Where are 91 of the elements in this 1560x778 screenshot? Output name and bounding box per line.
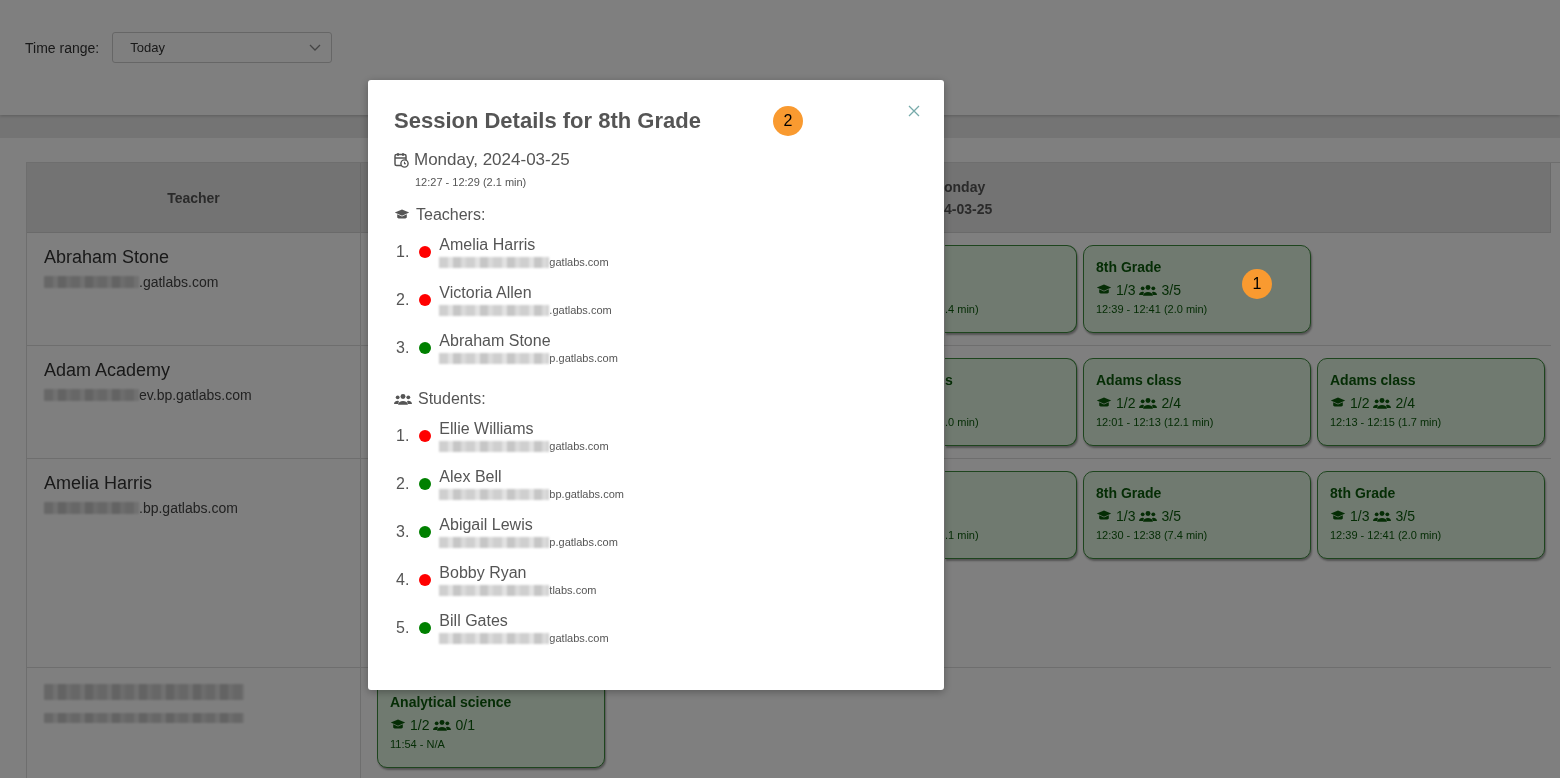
session-card[interactable]: Adams class 1/2 2/4 12:13 - 12:15 (1.7 min)	[1317, 358, 1545, 446]
teacher-count: 1/3	[1116, 508, 1136, 524]
teacher-email: .bp.gatlabs.com	[139, 500, 238, 516]
session-time: 11:54 - N/A	[390, 738, 446, 750]
person-email: gatlabs.com	[549, 440, 609, 452]
student-count: 2/4	[1395, 395, 1415, 411]
student-count: 3/5	[1161, 282, 1181, 298]
graduation-cap-icon	[1096, 509, 1112, 523]
session-title: 8th Grade	[1096, 259, 1163, 276]
student-count: 0/1	[455, 717, 475, 733]
session-card[interactable]: 8th Grade 1/3 3/5 12:30 - 12:38 (7.4 min)	[1083, 471, 1311, 559]
time-range-dropdown[interactable]: Today	[112, 32, 333, 63]
graduation-cap-icon	[394, 208, 410, 222]
person-email: p.gatlabs.com	[549, 352, 618, 364]
session-card[interactable]: .4 min)	[945, 245, 1077, 333]
session-title: Adams class	[1096, 372, 1183, 389]
session-title: 8th Grade	[1330, 485, 1397, 502]
session-title: Analytical science	[390, 694, 513, 711]
session-title: Adams class	[1330, 372, 1417, 389]
dialog-title: Session Details for 8th Grade	[394, 108, 701, 134]
list-number: 3.	[395, 523, 411, 541]
person-email: bp.gatlabs.com	[549, 488, 624, 500]
session-time: .4 min)	[945, 303, 979, 315]
graduation-cap-icon	[1096, 396, 1112, 410]
users-icon	[1139, 510, 1158, 522]
person-email: tlabs.com	[549, 584, 597, 596]
person-email: gatlabs.com	[549, 256, 609, 268]
session-title: 8th Grade	[1096, 485, 1163, 502]
list-number: 1.	[395, 243, 411, 261]
users-icon	[1139, 397, 1158, 409]
users-icon	[433, 719, 452, 731]
student-count: 3/5	[1161, 508, 1181, 524]
list-number: 2.	[395, 291, 411, 309]
close-icon[interactable]	[908, 105, 920, 117]
column-header: Teacher	[27, 163, 361, 233]
teacher-name: Amelia Harris	[44, 473, 154, 494]
person-name: Bill Gates	[439, 612, 509, 630]
section-heading: Students:	[418, 390, 486, 408]
chevron-down-icon	[309, 43, 322, 52]
session-time: .1 min)	[945, 529, 979, 541]
graduation-cap-icon	[1330, 509, 1346, 523]
session-title: s	[945, 372, 953, 388]
person-name: Amelia Harris	[439, 236, 537, 254]
person-email: .gatlabs.com	[549, 304, 612, 316]
teacher-count: 1/2	[1116, 395, 1136, 411]
list-number: 3.	[395, 339, 411, 357]
teacher-name: Adam Academy	[44, 360, 172, 381]
users-icon	[1373, 510, 1392, 522]
users-icon	[1373, 397, 1392, 409]
section-heading: Teachers:	[416, 206, 486, 224]
teacher-count: 1/2	[1350, 395, 1370, 411]
person-email: p.gatlabs.com	[549, 536, 618, 548]
session-time: 12:39 - 12:41 (2.0 min)	[1330, 529, 1443, 541]
session-card[interactable]: .1 min)	[945, 471, 1077, 559]
column-header: onday 4-03-25	[944, 177, 993, 219]
person-name: Victoria Allen	[439, 284, 533, 302]
person-name: Abraham Stone	[439, 332, 552, 350]
field-label: Time range:	[25, 39, 100, 56]
person-name: Bobby Ryan	[439, 564, 528, 582]
teacher-count: 1/3	[1350, 508, 1370, 524]
list-number: 2.	[395, 475, 411, 493]
graduation-cap-icon	[390, 718, 406, 732]
session-date: Monday, 2024-03-25	[414, 150, 570, 170]
person-name: Alex Bell	[439, 468, 503, 486]
person-email: gatlabs.com	[549, 632, 609, 644]
users-icon	[1139, 284, 1158, 296]
list-number: 1.	[395, 427, 411, 445]
session-time: 12:13 - 12:15 (1.7 min)	[1330, 416, 1443, 428]
session-time: 12:27 - 12:29 (2.1 min)	[415, 176, 528, 188]
session-time: .0 min)	[945, 416, 979, 428]
person-name: Abigail Lewis	[439, 516, 534, 534]
session-card[interactable]: s .0 min)	[945, 358, 1077, 446]
session-time: 12:39 - 12:41 (2.0 min)	[1096, 303, 1209, 315]
session-time: 12:01 - 12:13 (12.1 min)	[1096, 416, 1215, 428]
list-number: 5.	[395, 619, 411, 637]
list-number: 4.	[395, 571, 411, 589]
graduation-cap-icon	[1096, 283, 1112, 297]
teacher-count: 1/3	[1116, 282, 1136, 298]
calendar-clock-icon	[394, 152, 409, 168]
teacher-email: .gatlabs.com	[139, 274, 219, 290]
student-count: 2/4	[1161, 395, 1181, 411]
session-card[interactable]: Adams class 1/2 2/4 12:01 - 12:13 (12.1 min)	[1083, 358, 1311, 446]
users-icon	[394, 393, 412, 405]
session-time: 12:30 - 12:38 (7.4 min)	[1096, 529, 1209, 541]
person-name: Ellie Williams	[439, 420, 535, 438]
student-count: 3/5	[1395, 508, 1415, 524]
session-card[interactable]: 8th Grade 1/3 3/5 12:39 - 12:41 (2.0 min)	[1317, 471, 1545, 559]
teacher-count: 1/2	[410, 717, 430, 733]
teacher-email: ev.bp.gatlabs.com	[139, 387, 252, 403]
graduation-cap-icon	[1330, 396, 1346, 410]
teacher-name: Abraham Stone	[44, 247, 171, 268]
